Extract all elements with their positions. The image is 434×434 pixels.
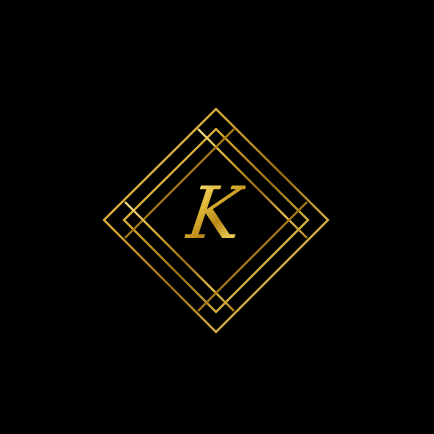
logo-canvas: K [0,0,434,434]
diamond-frame-icon [102,107,330,334]
outer-diamond [102,107,330,334]
inner-diamond [122,127,310,314]
